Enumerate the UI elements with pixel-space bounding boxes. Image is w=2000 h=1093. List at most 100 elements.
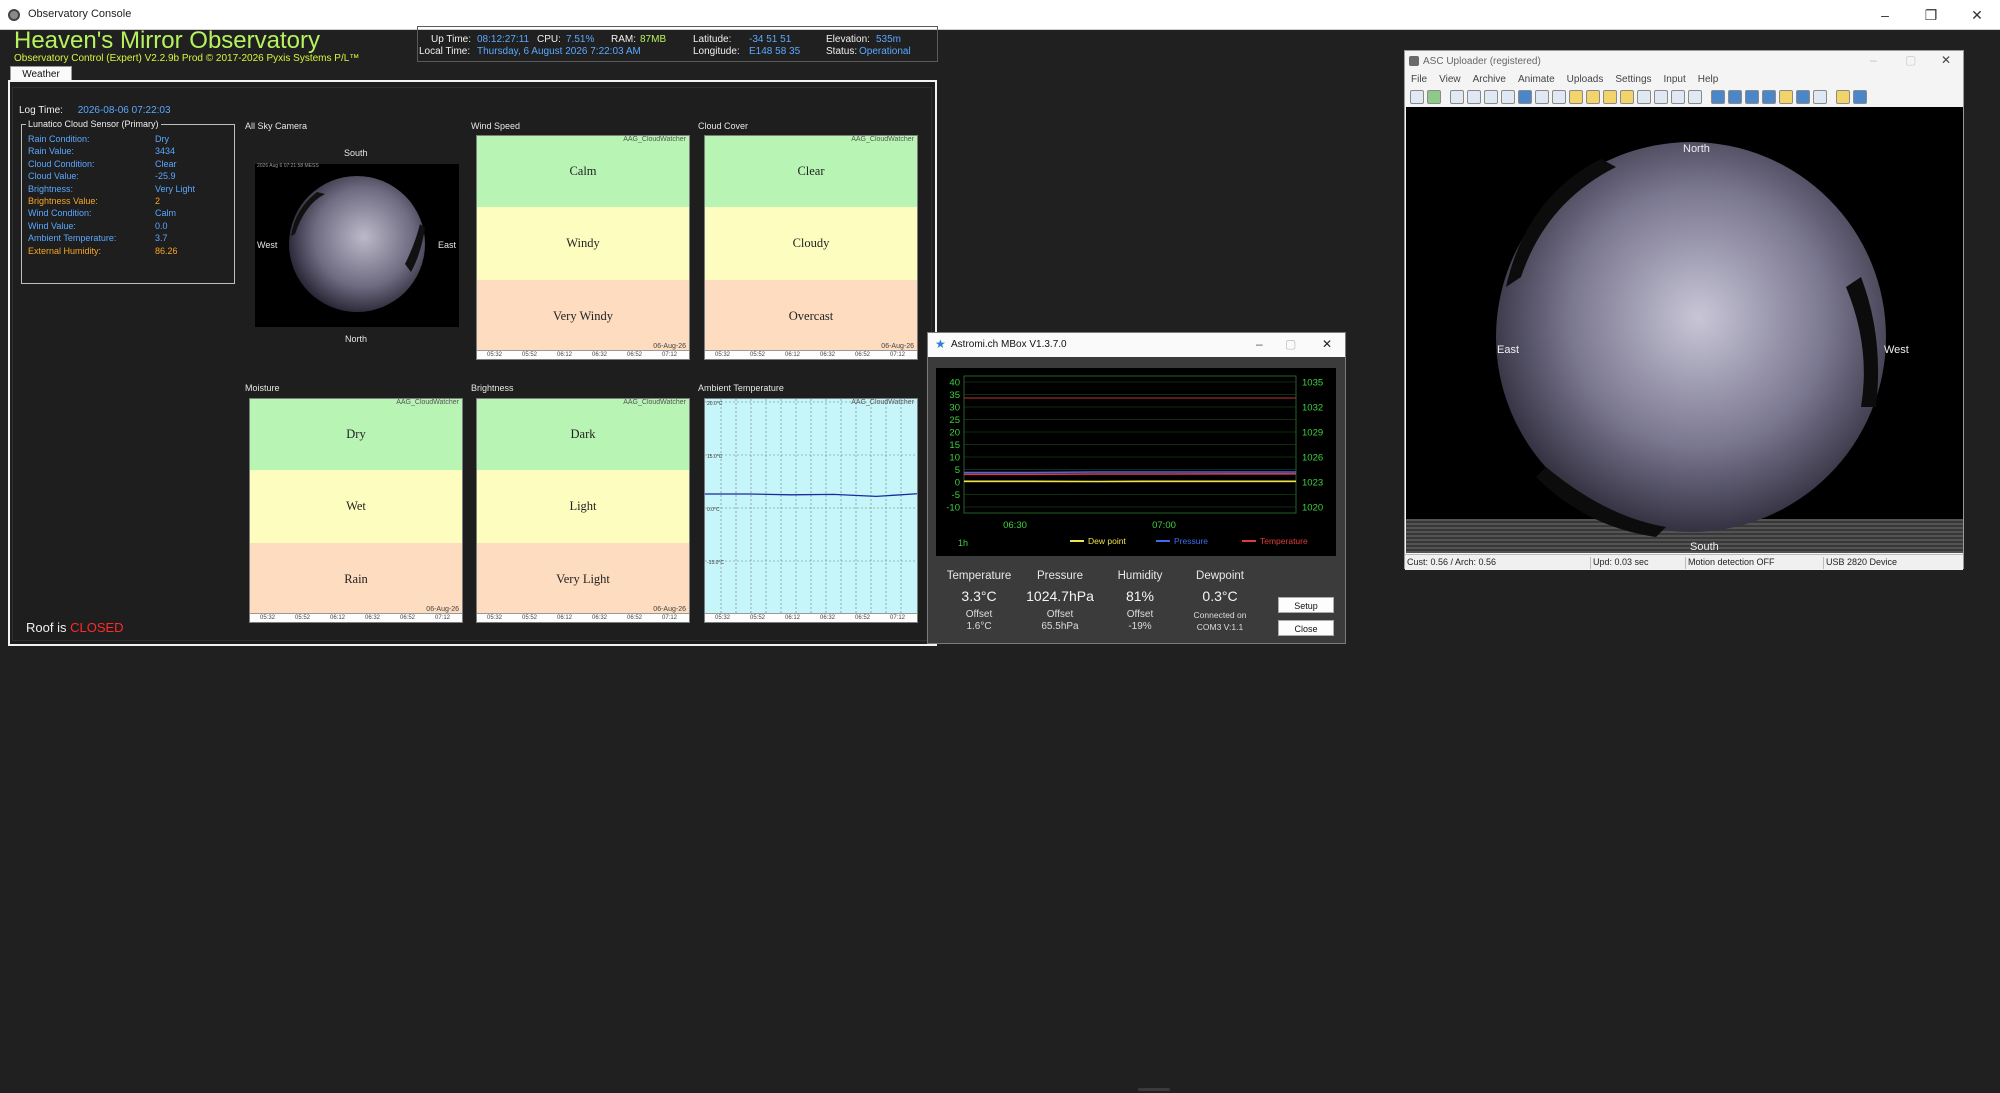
toolbar-button-icon[interactable] (1427, 90, 1441, 104)
toolbar-button-icon[interactable] (1501, 90, 1515, 104)
toolbar-button-icon[interactable] (1518, 90, 1532, 104)
x-tick-label: 06:30 (1003, 520, 1027, 531)
asc-app-icon (1409, 56, 1419, 66)
x-tick-label: 05:52 (750, 615, 766, 621)
menu-item-view[interactable]: View (1439, 71, 1461, 88)
band-overcast: Overcast (705, 280, 917, 352)
y2-tick-label: 1026 (1302, 453, 1323, 464)
menu-item-uploads[interactable]: Uploads (1567, 71, 1604, 88)
toolbar-button-icon[interactable] (1711, 90, 1725, 104)
band-light: Light (477, 470, 689, 543)
minimize-button[interactable]: – (1862, 0, 1908, 30)
menu-item-file[interactable]: File (1411, 71, 1427, 88)
toolbar-button-icon[interactable] (1620, 90, 1634, 104)
mbox-connection-label: Connected on (1193, 610, 1247, 620)
series-line-temperature (964, 473, 1296, 476)
x-tick-label: 06:52 (400, 615, 416, 621)
asc-title-bar: ASC Uploader (registered) – ▢ ✕ (1405, 51, 1963, 71)
sensor-row-label: Rain Value: (28, 146, 74, 157)
mbox-pressure-value: 1024.7hPa (1026, 588, 1094, 604)
sensor-row-label: External Humidity: (28, 245, 102, 256)
toolbar-button-icon[interactable] (1853, 90, 1867, 104)
toolbar-button-icon[interactable] (1654, 90, 1668, 104)
cloud-sensor-title: Lunatico Cloud Sensor (Primary) (26, 119, 161, 129)
mbox-window: ★ Astromi.ch MBox V1.3.7.0 – ▢ ✕ 40 35 30 2… (927, 332, 1346, 644)
cpu-label: CPU: (537, 34, 561, 45)
x-tick-label: 06:32 (592, 352, 608, 358)
toolbar-button-icon[interactable] (1728, 90, 1742, 104)
toolbar-button-icon[interactable] (1671, 90, 1685, 104)
sensor-row-label: Cloud Condition: (28, 158, 95, 169)
mbox-chart: 40 35 30 25 20 15 10 5 0 -5 -10 1035 1032 1029 1026 102… (936, 368, 1336, 556)
asc-close-button[interactable]: ✕ (1941, 53, 1951, 67)
x-tick-label: 05:32 (715, 615, 731, 621)
toolbar-button-icon[interactable] (1569, 90, 1583, 104)
toolbar-button-icon[interactable] (1796, 90, 1810, 104)
x-tick-label: 05:32 (487, 352, 503, 358)
menu-item-animate[interactable]: Animate (1518, 71, 1555, 88)
menu-item-settings[interactable]: Settings (1615, 71, 1651, 88)
toolbar-button-icon[interactable] (1813, 90, 1827, 104)
toolbar-button-icon[interactable] (1410, 90, 1424, 104)
asc-status-cust: Cust: 0.56 / Arch: 0.56 (1407, 557, 1497, 567)
x-axis: 05:32 05:52 06:12 06:32 06:52 07:12 (477, 613, 689, 622)
toolbar-button-icon[interactable] (1836, 90, 1850, 104)
toolbar-button-icon[interactable] (1637, 90, 1651, 104)
y-tick-label: 10 (949, 453, 960, 464)
chart-plot: 20.0°C15.0°C0.0°C-15.0°C-10.0°C (705, 399, 917, 615)
maximize-button[interactable]: ❐ (1908, 0, 1954, 30)
brightness-label: Brightness (471, 383, 514, 393)
x-tick-label: 06:32 (820, 352, 836, 358)
sensor-row-label: Rain Condition: (28, 134, 90, 144)
toolbar-button-icon[interactable] (1467, 90, 1481, 104)
toolbar-button-icon[interactable] (1484, 90, 1498, 104)
ambient-temperature-chart: 20.0°C15.0°C0.0°C-15.0°C-10.0°CAAG_Cloud… (704, 398, 918, 623)
x-tick-label: 05:52 (750, 352, 766, 358)
sensor-row-label: Cloud Value: (28, 171, 79, 182)
mbox-dewpoint-label: Dewpoint (1196, 570, 1244, 582)
asc-north: North (1683, 143, 1710, 155)
toolbar-button-icon[interactable] (1586, 90, 1600, 104)
toolbar-button-icon[interactable] (1603, 90, 1617, 104)
menu-item-help[interactable]: Help (1698, 71, 1719, 88)
toolbar-button-icon[interactable] (1552, 90, 1566, 104)
mbox-close-icon[interactable]: ✕ (1322, 337, 1332, 351)
chart-watermark: AAG_CloudWatcher (623, 399, 686, 406)
menu-item-archive[interactable]: Archive (1473, 71, 1506, 88)
toolbar-button-icon[interactable] (1762, 90, 1776, 104)
asc-sky-image[interactable]: North East West South (1406, 107, 1963, 553)
x-tick-label: 05:32 (487, 615, 503, 621)
roof-status-state: CLOSED (70, 620, 124, 635)
y-tick-label: 35 (949, 390, 960, 401)
latitude-label: Latitude: (693, 34, 732, 45)
toolbar-button-icon[interactable] (1688, 90, 1702, 104)
toolbar-button-icon[interactable] (1535, 90, 1549, 104)
toolbar-button-icon[interactable] (1745, 90, 1759, 104)
window-title: Observatory Console (28, 8, 132, 20)
mbox-temperature-label: Temperature (946, 570, 1012, 582)
mbox-close-button[interactable]: Close (1278, 620, 1334, 636)
sensor-row-label: Ambient Temperature: (28, 233, 117, 244)
log-time: Log Time: 2026-08-06 07:22:03 (19, 105, 171, 116)
x-tick-label: 06:32 (365, 615, 381, 621)
close-button[interactable]: ✕ (1954, 0, 2000, 30)
log-time-label: Log Time: (19, 105, 63, 116)
mbox-minimize-button[interactable]: – (1256, 337, 1263, 351)
menu-item-input[interactable]: Input (1664, 71, 1686, 88)
resize-handle[interactable] (1138, 1088, 1170, 1091)
all-sky-camera-image[interactable] (255, 164, 459, 327)
asc-minimize-button[interactable]: – (1870, 53, 1877, 67)
asc-sky-fisheye (1406, 142, 1963, 553)
sensor-row-value: 2 (155, 196, 161, 206)
chart-date: 06-Aug-26 (653, 343, 686, 350)
tab-weather-data[interactable]: Weather Data (10, 66, 72, 95)
sensor-row-value: Clear (155, 158, 177, 169)
localtime-value: Thursday, 6 August 2026 7:22:03 AM (477, 46, 641, 57)
asc-status-device: USB 2820 Device (1826, 557, 1898, 567)
toolbar-button-icon[interactable] (1779, 90, 1793, 104)
sensor-row-label: Wind Condition: (28, 208, 92, 219)
mbox-connection-port: COM3 V:1.1 (1196, 622, 1244, 632)
mbox-setup-button[interactable]: Setup (1278, 597, 1334, 613)
x-axis: 05:32 05:52 06:12 06:32 06:52 07:12 (477, 350, 689, 359)
toolbar-button-icon[interactable] (1450, 90, 1464, 104)
